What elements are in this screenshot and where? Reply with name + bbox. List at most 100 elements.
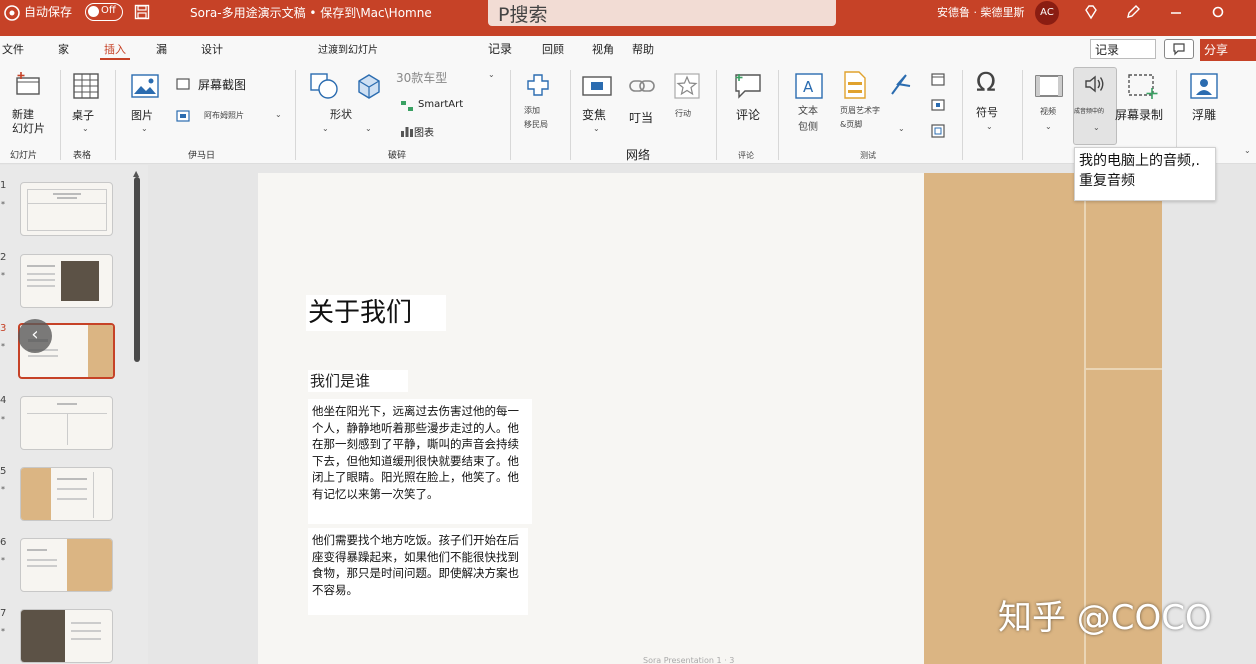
new-slide-icon[interactable] — [14, 70, 42, 98]
audio-button[interactable]: 成音频中的 ⌄ — [1073, 67, 1117, 145]
header-footer-label[interactable]: 页眉艺术字 &页脚 — [840, 104, 880, 132]
chevron-down-icon[interactable]: ⌄ — [898, 124, 905, 133]
save-icon[interactable] — [134, 4, 150, 20]
record-input[interactable]: 记录 — [1090, 39, 1156, 59]
wordart-icon[interactable] — [888, 72, 914, 98]
comments-button[interactable] — [1164, 39, 1194, 59]
shapes-icon[interactable] — [309, 72, 339, 100]
object-icon[interactable] — [931, 124, 945, 138]
smartart-label[interactable]: SmartArt — [418, 99, 463, 110]
group-table-label: 表格 — [73, 151, 92, 161]
screenshot-label[interactable]: 屏幕截图 — [198, 76, 246, 93]
slide-thumbnail-6[interactable] — [20, 538, 113, 592]
chevron-down-icon[interactable]: ⌄ — [986, 122, 993, 131]
model-3d-icon[interactable] — [355, 72, 383, 100]
slide-title[interactable]: 关于我们 — [306, 295, 446, 331]
menu-transitions[interactable]: 过渡到幻灯片 — [318, 41, 378, 56]
chevron-down-icon[interactable]: ⌄ — [488, 70, 495, 79]
slide-paragraph-1[interactable]: 他坐在阳光下，远离过去伤害过他的每一个人，静静地听着那些漫步走过的人。他在那一刻… — [308, 399, 532, 524]
ribbon-collapse-icon[interactable]: ⌄ — [1244, 146, 1251, 155]
textbox-label[interactable]: 文本 包侧 — [798, 104, 818, 136]
video-icon[interactable] — [1035, 75, 1063, 97]
menu-bar: 文件 家 插入 漏 设计 过渡到幻灯片 记录 回顾 视角 帮助 记录 分享 — [0, 36, 1256, 64]
scrollbar-thumb[interactable] — [134, 177, 140, 362]
table-icon[interactable] — [73, 73, 99, 99]
chevron-down-icon[interactable]: ⌄ — [141, 124, 148, 133]
model-3d-label[interactable]: 30款车型 — [396, 69, 447, 86]
chevron-down-icon[interactable]: ⌄ — [365, 124, 372, 133]
menu-design[interactable]: 设计 — [201, 41, 223, 57]
menu-help[interactable]: 帮助 — [632, 41, 654, 57]
slide-thumbnail-5[interactable] — [20, 467, 113, 521]
group-separator — [115, 70, 116, 160]
photo-album-label[interactable]: 阿布姆照片 — [204, 110, 244, 121]
search-box[interactable]: P搜索 — [488, 0, 836, 26]
chevron-down-icon[interactable]: ⌄ — [593, 124, 600, 133]
minimize-icon[interactable] — [1168, 4, 1184, 20]
symbol-label[interactable]: 符号 — [976, 104, 998, 120]
action-label[interactable]: 行动 — [675, 108, 691, 119]
zoom-icon[interactable] — [582, 74, 612, 98]
pen-icon[interactable] — [1125, 4, 1141, 20]
photo-album-icon[interactable] — [176, 109, 190, 123]
cameo-label[interactable]: 浮雕 — [1192, 106, 1216, 123]
slide-thumbnail-2[interactable] — [20, 254, 113, 308]
textbox-icon[interactable]: A — [795, 73, 823, 99]
chevron-down-icon[interactable]: ⌄ — [82, 124, 89, 133]
screen-recording-label[interactable]: 屏幕录制 — [1115, 106, 1163, 123]
shapes-label[interactable]: 形状 — [330, 106, 352, 122]
omega-icon[interactable]: Ω — [976, 68, 996, 98]
chevron-down-icon[interactable]: ⌄ — [322, 124, 329, 133]
addins-label[interactable]: 添加 移民局 — [524, 104, 548, 132]
slide-thumbnail-4[interactable] — [20, 396, 113, 450]
comment-label[interactable]: 评论 — [736, 106, 760, 123]
slide-divider-horizontal — [1086, 368, 1162, 370]
restore-icon[interactable] — [1210, 4, 1226, 20]
smartart-icon[interactable] — [400, 100, 414, 112]
chart-icon[interactable] — [400, 124, 414, 138]
link-label[interactable]: 叮当 — [629, 109, 653, 126]
menu-home[interactable]: 家 — [58, 41, 69, 57]
picture-label[interactable]: 图片 — [131, 107, 153, 123]
avatar[interactable]: AC — [1035, 1, 1059, 25]
menu-review[interactable]: 回顾 — [542, 41, 564, 57]
chart-label[interactable]: 图表 — [414, 124, 434, 139]
picture-icon[interactable] — [131, 74, 159, 98]
slide-paragraph-2[interactable]: 他们需要找个地方吃饭。孩子们开始在后座变得暴躁起来，如果他们不能很快找到食物，那… — [308, 528, 528, 615]
date-time-icon[interactable] — [931, 72, 945, 86]
slide-footer: Sora Presentation 1 · 3 — [643, 656, 735, 664]
zoom-label[interactable]: 变焦 — [582, 106, 606, 123]
menu-draw[interactable]: 漏 — [156, 41, 167, 57]
autosave-toggle[interactable]: Off — [85, 3, 123, 21]
group-images-label: 伊马日 — [188, 151, 216, 161]
menu-insert[interactable]: 插入 — [104, 41, 126, 57]
menu-view[interactable]: 视角 — [592, 41, 614, 57]
slide-number-icon[interactable] — [931, 98, 945, 112]
slide-subtitle[interactable]: 我们是谁 — [308, 370, 408, 392]
cameo-icon[interactable] — [1190, 73, 1218, 99]
diamond-icon[interactable] — [1083, 4, 1099, 20]
toggle-knob — [88, 6, 99, 17]
table-label[interactable]: 桌子 — [72, 107, 94, 123]
share-button[interactable]: 分享 — [1200, 39, 1256, 61]
comment-icon[interactable] — [733, 72, 763, 100]
screen-recording-icon[interactable] — [1128, 72, 1158, 100]
slide-thumbnail-7[interactable] — [20, 609, 113, 663]
new-slide-label[interactable]: 新建 幻灯片 — [12, 108, 45, 136]
group-separator — [510, 70, 511, 160]
chevron-down-icon[interactable]: ⌄ — [1045, 122, 1052, 131]
back-arrow-icon[interactable]: ‹ — [18, 319, 52, 353]
menu-file[interactable]: 文件 — [2, 41, 24, 57]
watermark: 知乎 @COCO — [998, 598, 1212, 638]
thumb-star-icon: * — [1, 556, 5, 565]
screenshot-icon[interactable] — [176, 77, 190, 91]
action-star-icon[interactable] — [674, 73, 700, 99]
chevron-down-icon[interactable]: ⌄ — [275, 110, 282, 119]
link-icon[interactable] — [628, 76, 656, 96]
group-comments-label: 评论 — [738, 151, 754, 160]
header-footer-icon[interactable] — [843, 71, 867, 99]
addins-icon[interactable] — [524, 71, 552, 99]
menu-record[interactable]: 记录 — [488, 40, 512, 57]
video-label[interactable]: 视频 — [1040, 106, 1056, 117]
slide-thumbnail-1[interactable] — [20, 182, 113, 236]
